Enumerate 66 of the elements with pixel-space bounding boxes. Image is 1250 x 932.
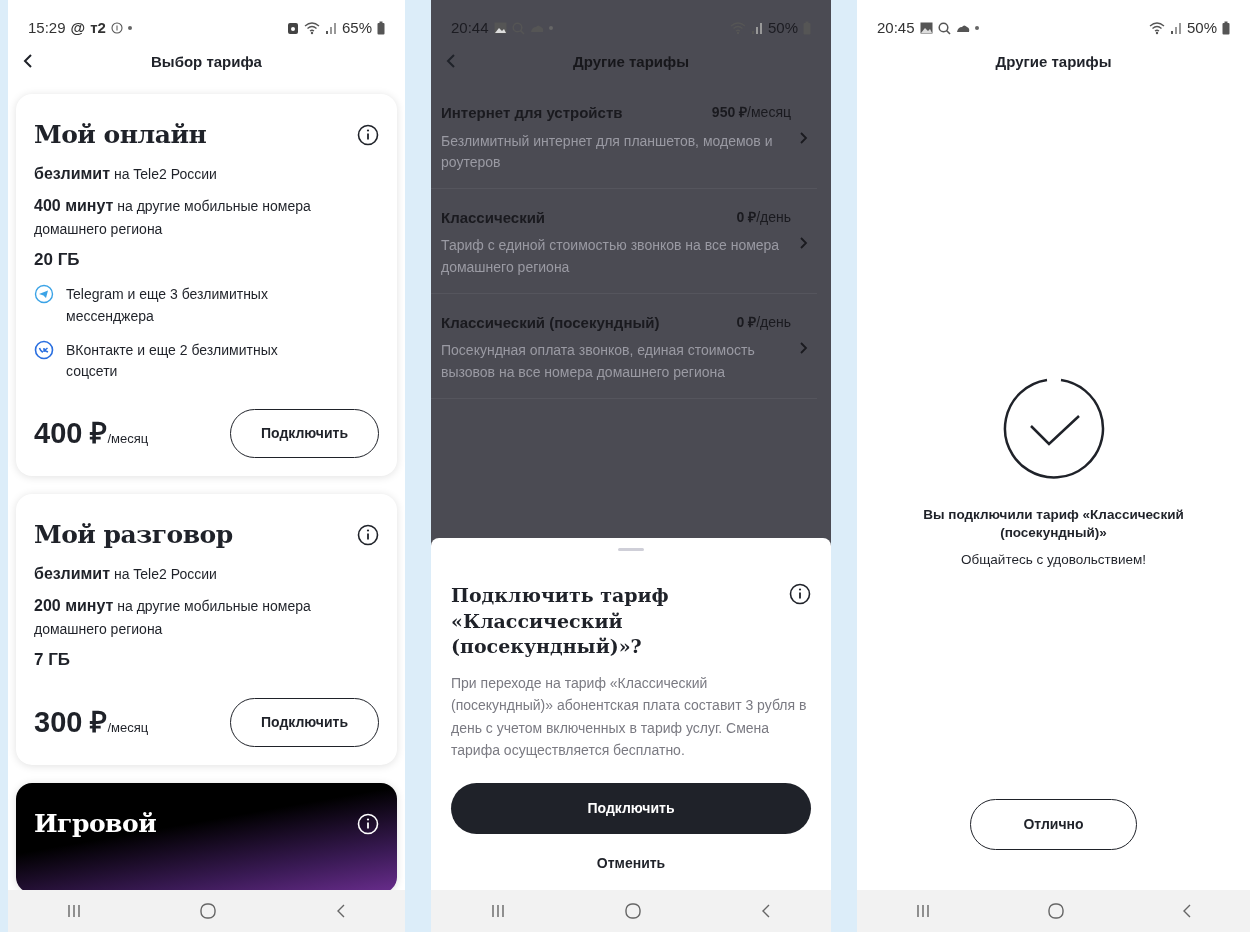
recent-apps-icon[interactable] [490, 903, 505, 919]
ok-button[interactable]: Отлично [970, 799, 1137, 850]
tariff-name: Игровой [34, 808, 157, 841]
sheet-text: При переходе на тариф «Классический (посекундный)» абонентская плата составит 3 рубля в день с учетом включенных в тариф услуг. Смена тарифа осуществляется бесплатно. [451, 673, 808, 761]
status-glyph: @ [70, 17, 86, 38]
cloud-icon [955, 23, 970, 33]
signal-icon [324, 21, 337, 35]
chevron-icon [799, 130, 809, 145]
home-icon[interactable] [624, 902, 642, 920]
status-glyph: т2 [90, 17, 106, 38]
home-icon[interactable] [199, 902, 218, 920]
home-icon[interactable] [1046, 902, 1065, 920]
back-icon[interactable] [22, 52, 34, 70]
wifi-icon [1148, 21, 1165, 35]
search-icon [937, 21, 951, 35]
tariff-description: Безлимитный интернет для планшетов, модемов и роутеров [441, 131, 774, 173]
sheet-title: Подключить тариф «Классический (посекундный)»? [451, 583, 670, 660]
feature-text: 200 минут на другие мобильные номера домашнего региона [34, 596, 312, 640]
tariff-description: Тариф с единой стоимостью звонков на все номера домашнего региона [441, 236, 781, 278]
vk-icon [34, 339, 54, 360]
info-icon[interactable] [789, 583, 811, 605]
connect-button[interactable]: Подключить [230, 409, 379, 459]
battery-icon [1222, 21, 1230, 35]
status-time: 15:29 [28, 17, 66, 38]
connect-button[interactable]: Подключить [451, 783, 811, 835]
price-period: /месяц [107, 430, 149, 448]
info-icon[interactable] [357, 123, 379, 146]
image-icon [919, 22, 933, 34]
feature-text: безлимит на Tele2 России [34, 163, 218, 184]
screen-title: Выбор тарифа [151, 51, 262, 72]
success-message: Вы подключили тариф «Классический (посекундный)» [922, 506, 1185, 543]
info-icon[interactable] [357, 523, 379, 546]
app-feature: Telegram и еще 3 безлимитных мессенджера [66, 285, 269, 326]
price: 400 ₽ [34, 415, 108, 451]
price-period: /месяц [107, 720, 149, 738]
wifi-icon [303, 21, 320, 35]
battery-icon [377, 21, 385, 35]
tariff-description: Посекундная оплата звонков, единая стоимость вызовов на все номера домашнего региона [441, 341, 756, 382]
info-icon [110, 22, 123, 34]
price: 300 ₽ [34, 705, 108, 741]
feature-text: безлимит на Tele2 России [34, 563, 218, 584]
dot-icon [974, 26, 979, 30]
telegram-icon [34, 284, 54, 305]
recent-apps-icon[interactable] [915, 903, 930, 919]
chevron-icon [799, 340, 809, 355]
battery-percent: 50% [1186, 17, 1217, 38]
chevron-icon [799, 235, 809, 250]
data-volume: 20 ГБ [34, 248, 81, 271]
screen-title: Другие тарифы [573, 51, 689, 72]
drag-handle [618, 548, 644, 551]
connect-button[interactable]: Подключить [230, 698, 379, 748]
signal-icon [750, 21, 763, 35]
success-subtitle: Общайтесь с удовольствием! [961, 551, 1146, 570]
feature-text: 400 минут на другие мобильные номера домашнего региона [34, 196, 312, 240]
tariff-name: Мой онлайн [34, 119, 207, 151]
battery-percent: 65% [341, 17, 372, 38]
signal-icon [1169, 21, 1182, 35]
status-time: 20:45 [877, 17, 915, 38]
data-volume: 7 ГБ [34, 648, 72, 671]
screen-title: Другие тарифы [995, 51, 1112, 72]
recent-apps-icon[interactable] [67, 903, 82, 919]
image-icon [493, 22, 507, 34]
app-feature: ВКонтакте и еще 2 безлимитных соцсети [66, 340, 279, 382]
dot-icon [127, 26, 132, 30]
cancel-button[interactable]: Отменить [590, 852, 672, 876]
tariff-name: Мой разговор [34, 519, 233, 552]
